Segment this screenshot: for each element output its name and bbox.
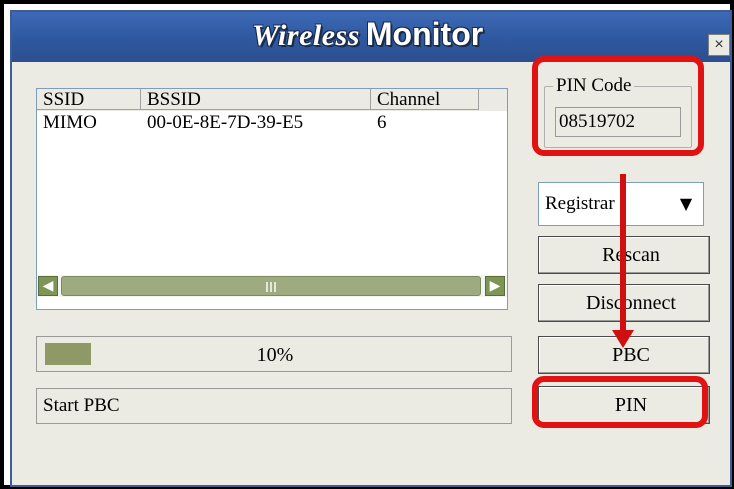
column-header-channel[interactable]: Channel [371,89,479,110]
network-list[interactable]: SSID BSSID Channel MIMO 00-0E-8E-7D-39-E… [36,88,508,310]
list-header: SSID BSSID Channel [37,89,507,111]
progress-bar: 10% [36,336,512,372]
column-header-bssid[interactable]: BSSID [141,89,371,110]
progress-label: 10% [256,344,294,366]
annotation-arrow-line [620,174,626,332]
mode-select-value: Registrar [545,193,615,214]
horizontal-scrollbar[interactable]: ◀ ▶ [37,275,507,297]
annotation-arrow-head-icon [612,330,634,348]
network-bssid: 00-0E-8E-7D-39-E5 [147,112,304,133]
network-row[interactable]: MIMO 00-0E-8E-7D-39-E5 6 [37,112,507,134]
pin-code-field[interactable]: 08519702 [555,107,681,137]
pin-code-group: PIN Code 08519702 [544,75,692,148]
column-header-ssid[interactable]: SSID [37,89,141,110]
scroll-thumb[interactable] [61,276,481,296]
close-button[interactable]: × [708,34,730,56]
title-bar: Wireless Monitor × [12,12,730,62]
network-channel: 6 [377,112,387,133]
pin-code-label: PIN Code [553,75,635,97]
pin-button[interactable]: PIN [538,386,710,424]
title-wireless: Wireless [252,19,360,52]
title-monitor: Monitor [365,16,484,52]
scroll-right-icon[interactable]: ▶ [485,276,505,296]
grip-icon [266,282,278,292]
window-title: Wireless Monitor [252,16,483,58]
scroll-left-icon[interactable]: ◀ [38,276,58,296]
network-ssid: MIMO [43,112,97,133]
chevron-down-icon[interactable]: ▼ [675,191,697,217]
status-field: Start PBC [36,388,512,424]
